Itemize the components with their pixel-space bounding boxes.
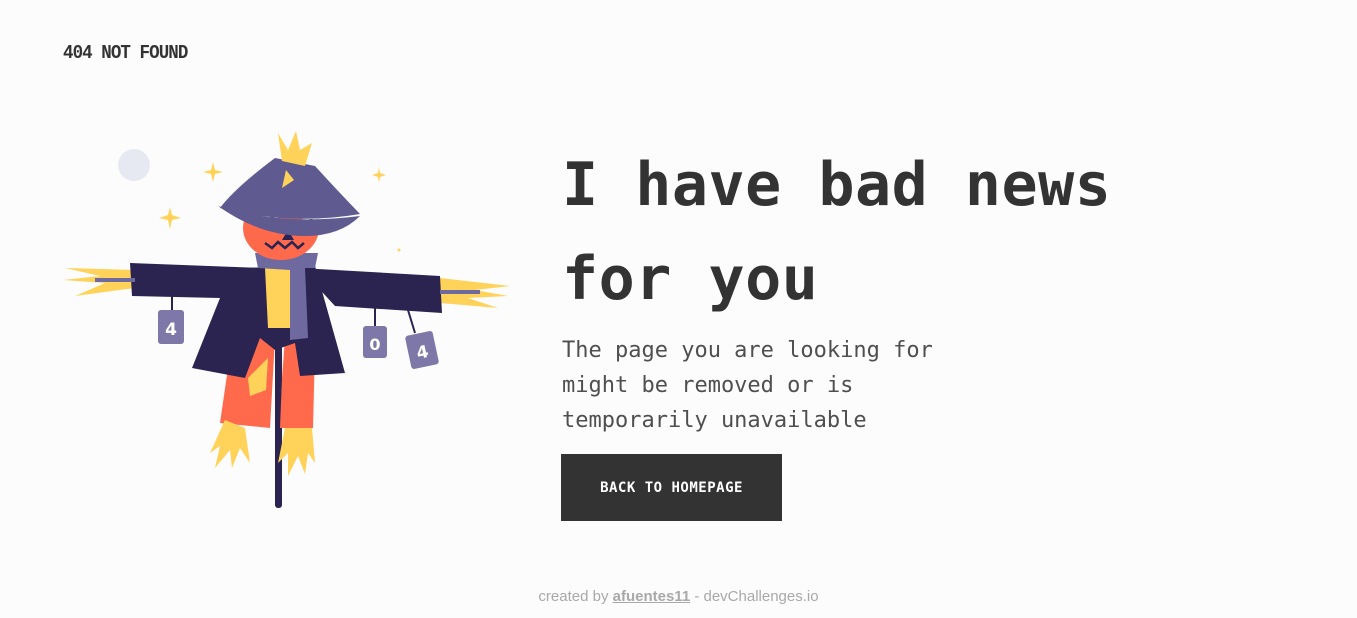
can-right: 4	[405, 331, 439, 369]
svg-text:4: 4	[165, 320, 177, 340]
hat	[220, 158, 360, 219]
sparkle-icon	[372, 167, 386, 183]
leg-straw-right	[278, 428, 315, 476]
arm-stick-left	[95, 278, 135, 282]
error-description-line2: might be removed or is	[562, 373, 854, 398]
error-description-line3: temporarily unavailable	[562, 408, 867, 433]
moon-icon	[118, 149, 150, 181]
page-title-line2: for you	[562, 244, 819, 314]
sparkle-icon	[159, 207, 181, 229]
back-to-homepage-button[interactable]: BACK TO HOMEPAGE	[561, 454, 782, 521]
leg-straw-left	[210, 420, 250, 468]
footer-credit: created by afuentes11 - devChallenges.io	[0, 588, 1357, 605]
page-title: I have bad news for you	[562, 138, 1202, 326]
author-link[interactable]: afuentes11	[613, 588, 691, 605]
sparkle-icon	[203, 162, 223, 182]
site-logo: 404 NOT FOUND	[63, 42, 188, 64]
svg-text:0: 0	[369, 335, 380, 354]
scarecrow-illustration: 4 0 4	[63, 131, 510, 508]
error-description: The page you are looking for might be re…	[562, 333, 992, 438]
can-left: 4	[158, 310, 184, 344]
page-title-line1: I have bad news	[562, 150, 1112, 220]
error-description-line1: The page you are looking for	[562, 338, 933, 363]
sparkle-dot	[397, 248, 401, 252]
hat-straw	[278, 131, 312, 166]
arm-stick-right	[440, 290, 480, 294]
footer-prefix: created by	[538, 588, 613, 605]
footer-suffix: - devChallenges.io	[690, 588, 819, 605]
can-middle: 0	[363, 326, 387, 358]
